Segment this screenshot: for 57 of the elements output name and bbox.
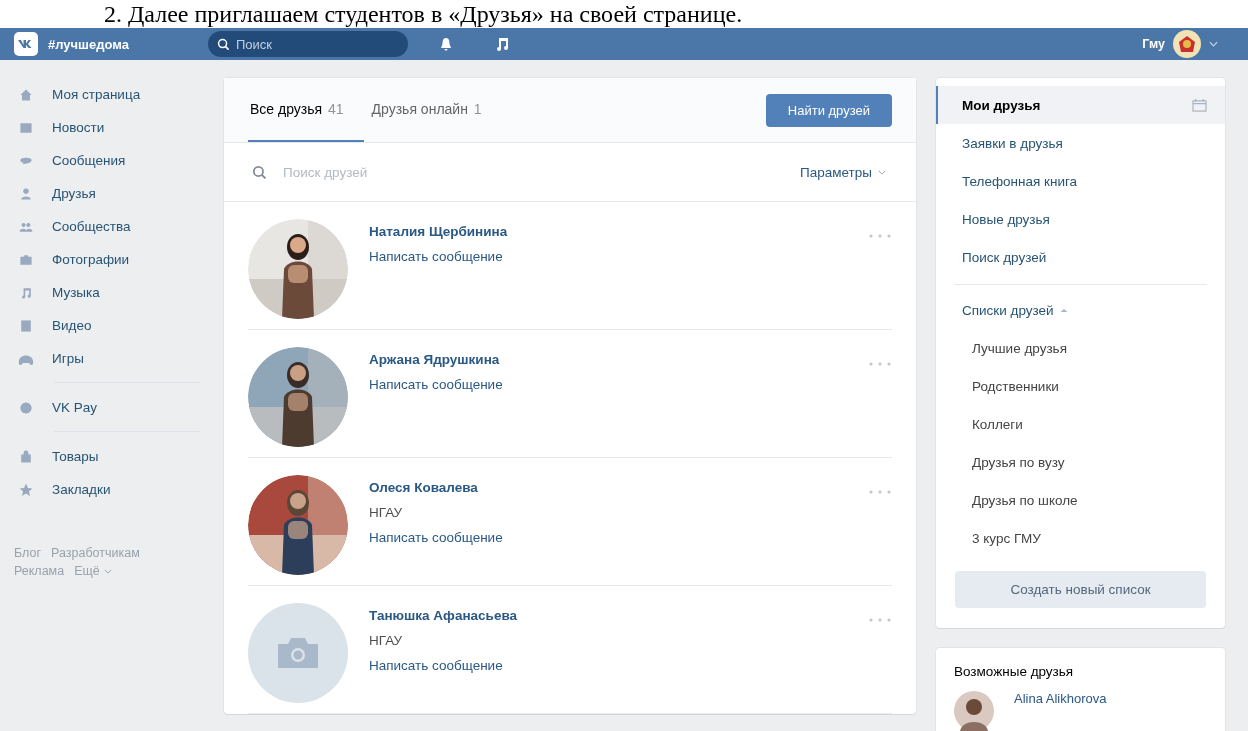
create-list-button[interactable]: Создать новый список (955, 571, 1206, 608)
sidebar-item[interactable]: Моя страница (14, 78, 204, 111)
search-field[interactable]: Поиск (208, 31, 408, 57)
find-friends-button[interactable]: Найти друзей (765, 93, 892, 127)
friend-list-item[interactable]: Друзья по школе (936, 481, 1225, 519)
friend-name[interactable]: Олеся Ковалева (369, 480, 868, 495)
site-tag[interactable]: #лучшедома (48, 36, 208, 52)
sidebar-item[interactable]: Новости (14, 111, 204, 144)
sidebar-item[interactable]: Товары (14, 440, 204, 473)
friend-list-item[interactable]: 3 курс ГМУ (936, 519, 1225, 557)
sidebar-item[interactable]: Игры (14, 342, 204, 375)
friend-name[interactable]: Танюшка Афанасьева (369, 608, 868, 623)
write-message-link[interactable]: Написать сообщение (369, 530, 868, 545)
sidebar-item[interactable]: Закладки (14, 473, 204, 506)
bell-icon[interactable] (438, 36, 454, 52)
friend-university: НГАУ (369, 633, 404, 648)
caption-text: 2. Далее приглашаем студентов в «Друзья» на своей странице. (104, 0, 743, 28)
parameters-dropdown[interactable]: Параметры (794, 163, 892, 181)
caret-icon (878, 169, 886, 175)
sidebar-item[interactable]: Сообщества (14, 210, 204, 243)
write-message-link[interactable]: Написать сообщение (369, 377, 868, 392)
menu-item[interactable]: Новые друзья (936, 200, 1225, 238)
caret-icon (1059, 307, 1068, 313)
section-title: Возможные друзья (954, 664, 1075, 679)
music-note-icon[interactable] (494, 36, 510, 52)
sidebar-item[interactable]: Друзья (14, 177, 204, 210)
write-message-link[interactable]: Написать сообщение (369, 249, 868, 264)
caret-icon (103, 568, 112, 574)
friend-list-item[interactable]: Лучшие друзья (936, 329, 1225, 367)
menu-item[interactable]: Заявки в друзья (936, 124, 1225, 162)
friend-list-item[interactable]: Друзья по вузу (936, 443, 1225, 481)
user-avatar[interactable] (1173, 30, 1201, 58)
user-name[interactable]: Гму (1142, 37, 1165, 51)
menu-item[interactable]: Мои друзья (936, 86, 1225, 124)
friend-university: НГАУ (369, 505, 404, 520)
search-icon (217, 38, 230, 51)
sidebar-item[interactable]: Сообщения (14, 144, 204, 177)
friend-list-item[interactable]: Родственники (936, 367, 1225, 405)
sidebar-item[interactable]: Видео (14, 309, 204, 342)
friend-list-item[interactable]: Коллеги (936, 405, 1225, 443)
person-name[interactable]: Alina Alikhorova (1014, 691, 1107, 706)
friend-name[interactable]: Наталия Щербинина (369, 224, 868, 239)
sidebar-item[interactable]: Музыка (14, 276, 204, 309)
logo-icon[interactable] (14, 32, 38, 56)
sidebar-item[interactable]: VK Pay (14, 391, 204, 424)
caret-icon[interactable] (1209, 41, 1218, 47)
tab[interactable]: Друзья онлайн 1 (369, 78, 492, 142)
menu-item[interactable]: Телефонная книга (936, 162, 1225, 200)
search-icon (252, 164, 267, 180)
bag-icon (18, 448, 34, 465)
camera-icon (278, 638, 318, 668)
friend-name[interactable]: Аржана Ядрушкина (369, 352, 868, 367)
friend-lists-toggle[interactable]: Списки друзей (936, 291, 1225, 329)
sidebar-item[interactable]: Фотографии (14, 243, 204, 276)
tab[interactable]: Все друзья 41 (248, 78, 364, 142)
write-message-link[interactable]: Написать сообщение (369, 658, 868, 673)
menu-item[interactable]: Поиск друзей (936, 238, 1225, 276)
